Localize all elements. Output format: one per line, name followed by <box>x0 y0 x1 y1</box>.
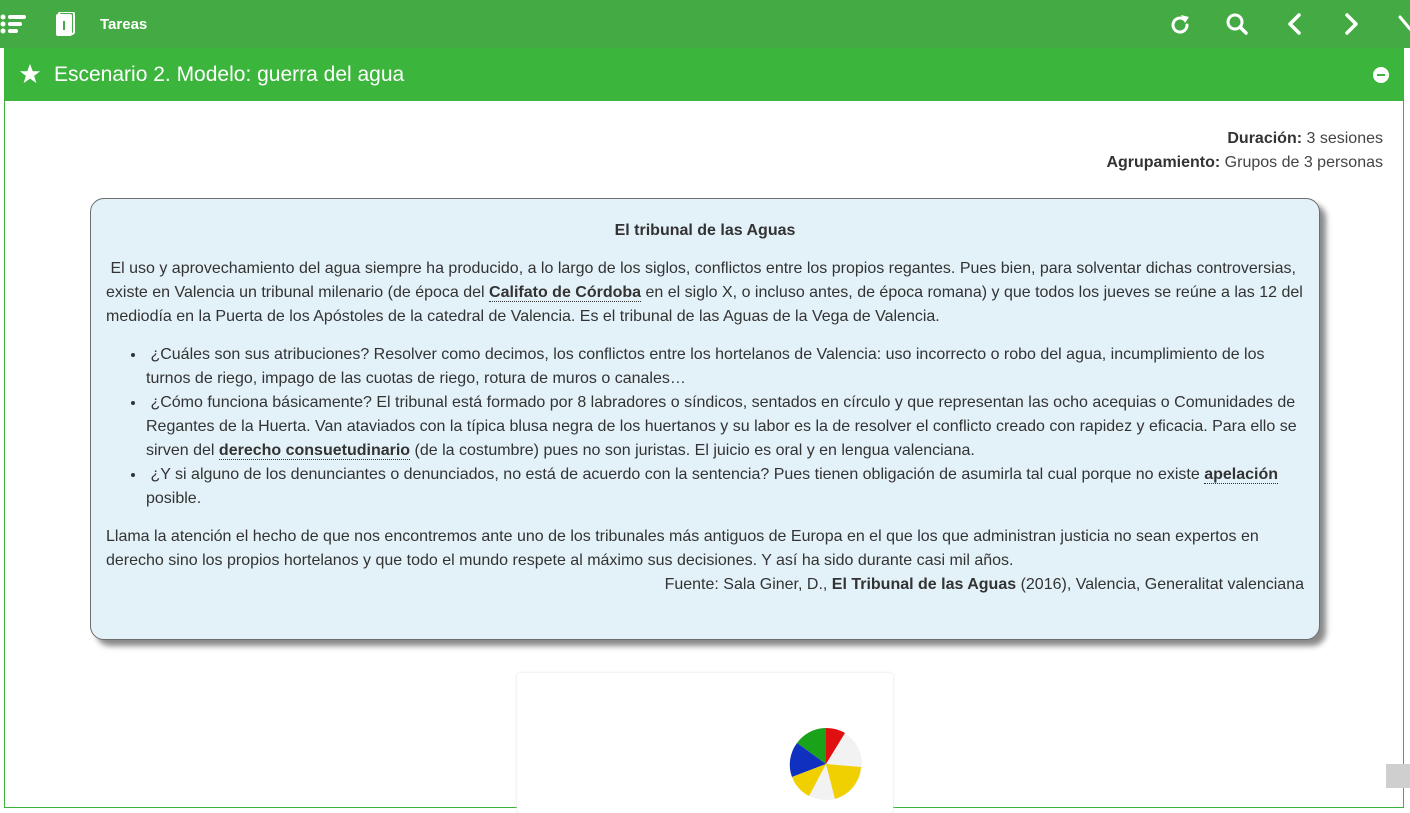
panel-header[interactable]: Escenario 2. Modelo: guerra del agua <box>5 49 1403 101</box>
menu-icon[interactable] <box>0 12 28 36</box>
search-icon[interactable] <box>1222 10 1252 40</box>
beach-ball-image <box>789 727 862 800</box>
info-box: El tribunal de las Aguas El uso y aprove… <box>90 198 1320 640</box>
book-icon[interactable] <box>54 12 76 38</box>
scenario-panel: Escenario 2. Modelo: guerra del agua Dur… <box>4 48 1404 813</box>
app-title: Tareas <box>100 16 148 33</box>
source-title: El Tribunal de las Aguas <box>831 576 1017 593</box>
corner-badge-icon[interactable] <box>1386 764 1410 788</box>
chevron-left-icon[interactable] <box>1280 10 1310 40</box>
star-icon <box>19 63 41 84</box>
bullet-list: ¿Cuáles son sus atribuciones? Resolver c… <box>106 343 1304 511</box>
list-item: ¿Y si alguno de los denunciantes o denun… <box>146 463 1304 511</box>
list-item: ¿Cuáles son sus atribuciones? Resolver c… <box>146 343 1304 391</box>
glossary-term-derecho[interactable]: derecho consuetudinario <box>218 442 411 460</box>
info-heading: El tribunal de las Aguas <box>614 222 796 239</box>
glossary-term-apelacion[interactable]: apelación <box>1204 466 1279 484</box>
refresh-icon[interactable] <box>1165 10 1195 40</box>
activity-meta: Duración: 3 sesiones Agrupamiento: Grupo… <box>1106 127 1383 175</box>
collapse-icon[interactable] <box>1373 67 1389 83</box>
duration-value: 3 sesiones <box>1306 130 1384 147</box>
image-card <box>517 673 893 813</box>
grouping-label: Agrupamiento: <box>1106 154 1221 171</box>
duration-label: Duración: <box>1227 130 1303 147</box>
list-item: ¿Cómo funciona básicamente? El tribunal … <box>146 391 1304 463</box>
panel-title: Escenario 2. Modelo: guerra del agua <box>54 63 405 86</box>
glossary-term-califato[interactable]: Califato de Córdoba <box>489 284 642 302</box>
grouping-value: Grupos de 3 personas <box>1224 154 1383 171</box>
close-icon[interactable] <box>1396 10 1410 40</box>
source-citation: Fuente: Sala Giner, D., El Tribunal de l… <box>664 576 1304 593</box>
closing-paragraph: Llama la atención el hecho de que nos en… <box>106 528 1259 569</box>
top-toolbar: Tareas <box>0 0 1410 48</box>
intro-paragraph: El uso y aprovechamiento del agua siempr… <box>106 260 1303 325</box>
chevron-right-icon[interactable] <box>1336 10 1366 40</box>
